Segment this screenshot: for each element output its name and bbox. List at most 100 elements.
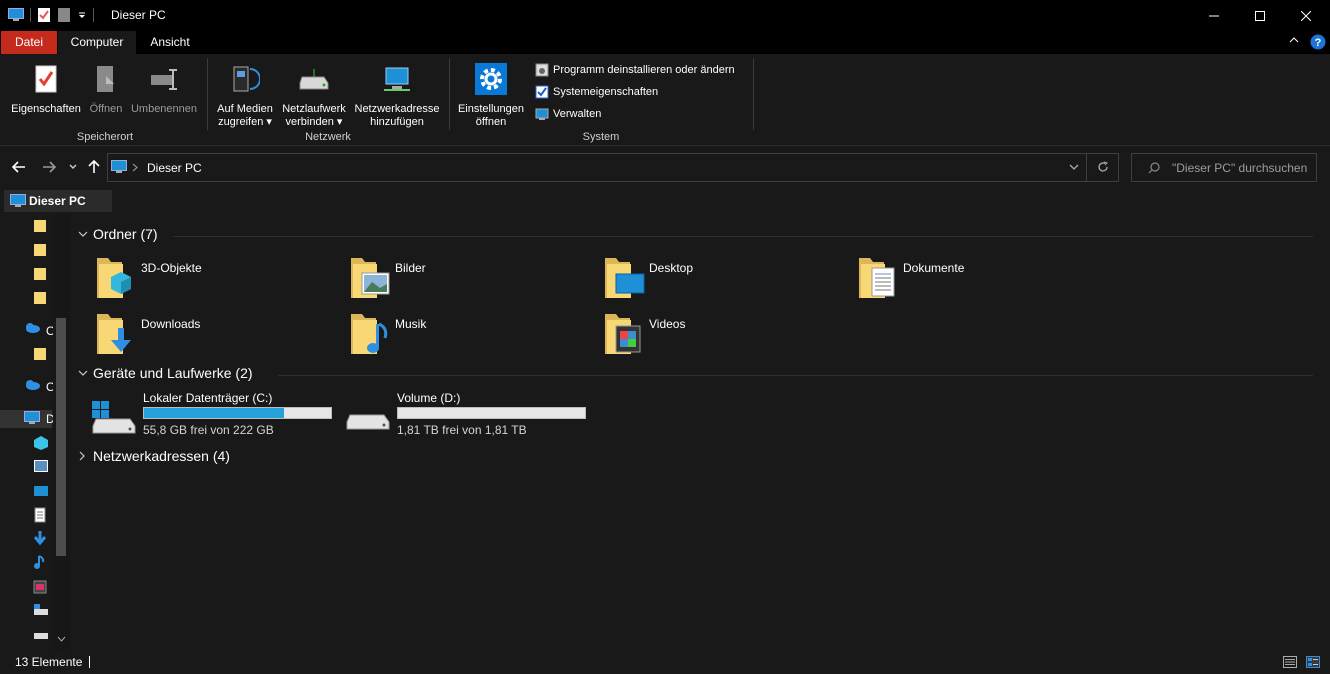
location-tab[interactable]: Dieser PC [4, 190, 112, 212]
group-separator [449, 58, 450, 130]
3d-objects-icon[interactable] [33, 435, 49, 451]
content-area: Ordner (7) 3D-Objekte Bilder Desktop Dok… [70, 214, 1330, 650]
manage-button[interactable]: Verwalten [535, 107, 601, 121]
chevron-up-icon [1289, 37, 1299, 43]
address-bar[interactable]: Dieser PC [107, 153, 1119, 182]
properties-icon [35, 65, 57, 93]
chevron-down-icon [78, 370, 88, 376]
map-network-drive-button[interactable]: Netzlaufwerk verbinden ▾ [278, 58, 350, 129]
close-button[interactable] [1283, 0, 1329, 31]
folder-item[interactable]: Musik [350, 310, 600, 360]
quick-access-toolbar [8, 7, 94, 23]
folder-name: Videos [649, 317, 686, 331]
music-folder-icon [351, 314, 388, 354]
music-icon[interactable] [33, 554, 49, 570]
nav-folder-icon[interactable] [33, 267, 49, 283]
recent-locations-button[interactable] [65, 159, 81, 175]
documents-folder-icon [859, 258, 895, 298]
drive-c-icon[interactable] [33, 604, 49, 620]
computer-icon [111, 160, 127, 174]
breadcrumb[interactable]: Dieser PC [147, 161, 202, 175]
maximize-button[interactable] [1237, 0, 1283, 31]
computer-icon [10, 194, 26, 208]
ribbon-tab-bar: Datei Computer Ansicht ? [0, 31, 1330, 54]
rename-label: Umbenennen [130, 103, 198, 115]
group-label-netzwerk: Netzwerk [305, 131, 351, 143]
uninstall-program-button[interactable]: Programm deinstallieren oder ändern [535, 63, 735, 77]
folder-item[interactable]: Bilder [350, 254, 600, 304]
folder-name: Dokumente [903, 261, 965, 275]
properties-qat-icon[interactable] [37, 7, 51, 23]
downloads-icon[interactable] [33, 530, 49, 546]
pictures-icon[interactable] [33, 459, 49, 475]
onedrive-icon[interactable] [24, 379, 40, 395]
chevron-right-icon [79, 451, 85, 461]
videos-icon[interactable] [33, 579, 49, 595]
open-button[interactable]: Öffnen [86, 58, 126, 116]
network-group-header[interactable]: Netzwerkadressen (4) [78, 448, 478, 468]
drive-item[interactable]: Lokaler Datenträger (C:) 55,8 GB frei vo… [92, 391, 342, 437]
ribbon: Eigenschaften Öffnen Umbenennen Speicher… [0, 54, 1330, 146]
ribbon-collapse-button[interactable] [1288, 34, 1300, 46]
tiles-view-button[interactable] [1306, 656, 1320, 668]
folder-name: Musik [395, 317, 427, 331]
search-placeholder: "Dieser PC" durchsuchen [1172, 161, 1308, 175]
chevron-down-icon [78, 231, 88, 237]
open-settings-button[interactable]: Einstellungen öffnen [453, 58, 529, 129]
minimize-icon [1209, 15, 1219, 16]
folder-item[interactable]: 3D-Objekte [96, 254, 346, 304]
open-settings-line2: öffnen [475, 116, 507, 128]
nav-folder-icon[interactable] [33, 219, 49, 235]
refresh-button[interactable] [1097, 161, 1109, 173]
system-properties-button[interactable]: Systemeigenschaften [535, 85, 658, 99]
drive-free-space: 1,81 TB frei von 1,81 TB [397, 423, 527, 437]
downloads-folder-icon [97, 314, 131, 354]
folder-item[interactable]: Dokumente [858, 254, 1108, 304]
scrollbar-thumb[interactable] [56, 318, 66, 556]
address-dropdown-button[interactable] [1069, 164, 1079, 171]
desktop-icon[interactable] [33, 484, 49, 500]
drive-d-icon[interactable] [33, 629, 49, 645]
documents-icon[interactable] [33, 507, 49, 523]
breadcrumb-chevron-icon[interactable] [132, 163, 138, 172]
properties-button[interactable]: Eigenschaften [7, 58, 85, 116]
folder-item[interactable]: Downloads [96, 310, 346, 360]
rename-button[interactable]: Umbenennen [128, 58, 200, 116]
title-bar: Dieser PC [0, 0, 1330, 31]
onedrive-icon[interactable] [24, 322, 40, 338]
dropdown-arrow-icon: ▾ [266, 116, 272, 128]
drive-item[interactable]: Volume (D:) 1,81 TB frei von 1,81 TB [346, 391, 596, 437]
up-button[interactable] [86, 159, 102, 175]
tiles-view-icon [1306, 656, 1320, 668]
forward-button[interactable] [41, 159, 57, 175]
back-button[interactable] [11, 159, 27, 175]
folder-item[interactable]: Videos [604, 310, 854, 360]
add-network-location-button[interactable]: Netzwerkadresse hinzufügen [350, 58, 444, 129]
computer-icon[interactable] [24, 411, 40, 427]
navigation-pane: O O D [0, 214, 70, 650]
folders-group-header[interactable]: Ordner (7) [78, 226, 1313, 246]
computer-icon [8, 8, 24, 22]
address-divider [1086, 154, 1087, 181]
tab-ansicht[interactable]: Ansicht [138, 31, 202, 54]
access-media-button[interactable]: Auf Medien zugreifen ▾ [212, 58, 278, 129]
minimize-button[interactable] [1191, 0, 1237, 31]
chevron-down-icon[interactable] [77, 10, 87, 20]
folder-item[interactable]: Desktop [604, 254, 854, 304]
help-button[interactable]: ? [1310, 34, 1326, 50]
nav-folder-icon[interactable] [33, 347, 49, 363]
new-folder-qat-icon[interactable] [57, 7, 71, 23]
nav-folder-icon[interactable] [33, 291, 49, 307]
system-properties-icon [535, 85, 549, 99]
navigation-scrollbar[interactable] [53, 214, 70, 650]
network-header: Netzwerkadressen (4) [93, 448, 230, 464]
tab-datei[interactable]: Datei [1, 31, 57, 54]
nav-folder-icon[interactable] [33, 243, 49, 259]
scroll-down-icon[interactable] [57, 636, 66, 642]
tab-computer[interactable]: Computer [58, 31, 136, 54]
drives-group-header[interactable]: Geräte und Laufwerke (2) [78, 365, 1313, 385]
details-view-button[interactable] [1283, 656, 1297, 668]
search-input[interactable]: "Dieser PC" durchsuchen [1131, 153, 1317, 182]
rename-icon [151, 69, 177, 90]
windows-drive-icon [92, 401, 136, 434]
